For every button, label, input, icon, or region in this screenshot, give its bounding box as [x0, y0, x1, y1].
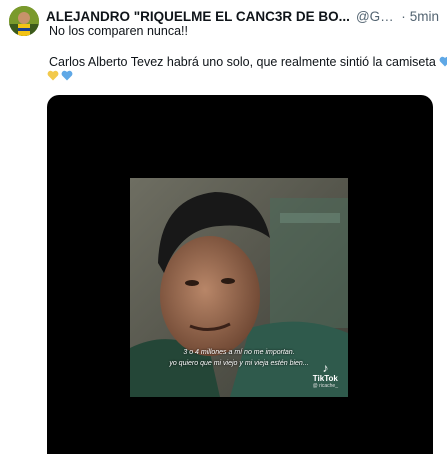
emoji-row	[47, 70, 73, 81]
avatar-image	[9, 6, 39, 36]
tweet-text-line-2-text: Carlos Alberto Tevez habrá uno solo, que…	[49, 55, 436, 69]
video-frame[interactable]: 3 o 4 millones a mí no me importan. yo q…	[130, 178, 348, 397]
author-name[interactable]: ALEJANDRO "RIQUELME EL CANC3R DE BO...	[46, 9, 350, 24]
tiktok-icon: ♪	[322, 361, 329, 375]
tiktok-logo-text: TikTok	[312, 374, 338, 383]
separator: ·	[401, 8, 406, 24]
yellow-heart-icon	[47, 70, 59, 81]
tweet-header: ALEJANDRO "RIQUELME EL CANC3R DE BO... @…	[46, 7, 439, 25]
blue-heart-icon	[439, 56, 447, 67]
video-caption-line-1: 3 o 4 millones a mí no me importan.	[183, 349, 295, 356]
video-player[interactable]: 3 o 4 millones a mí no me importan. yo q…	[47, 95, 433, 454]
timestamp[interactable]: 5min	[410, 9, 439, 24]
blue-heart-icon	[61, 70, 73, 81]
tweet-text-line-1: No los comparen nunca!!	[49, 24, 188, 38]
tweet-text-line-2: Carlos Alberto Tevez habrá uno solo, que…	[49, 55, 447, 69]
author-avatar[interactable]	[9, 6, 39, 36]
tiktok-watermark: ♪ TikTok @ ricache_	[313, 362, 338, 389]
author-handle[interactable]: @Garnachist...	[356, 9, 397, 24]
tiktok-username: @ ricache_	[312, 383, 338, 389]
